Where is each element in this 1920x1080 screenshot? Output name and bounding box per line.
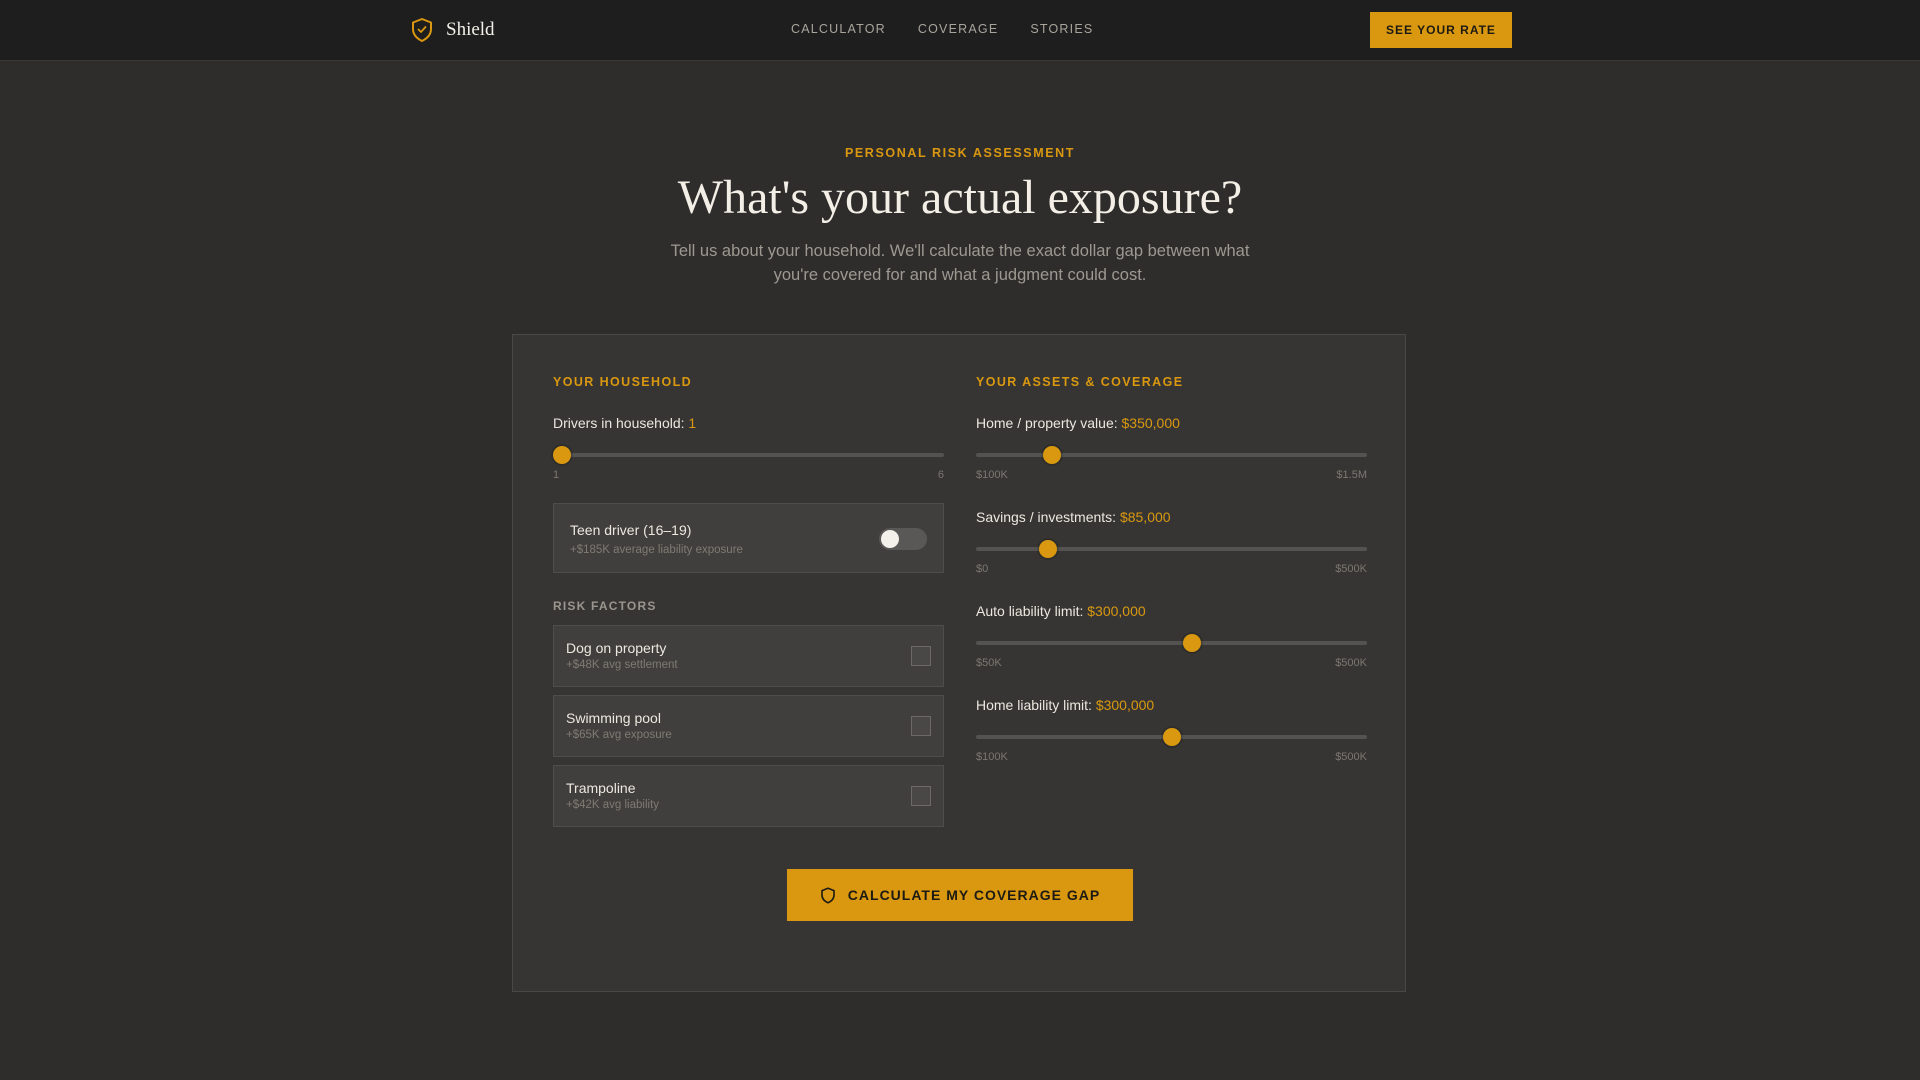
slider-track: [976, 453, 1367, 457]
drivers-label-text: Drivers in household:: [553, 415, 685, 431]
range-max: 6: [937, 469, 944, 481]
savings-field: Savings / investments: $85,000 $0 $500K: [976, 509, 1367, 575]
slider-thumb[interactable]: [1183, 634, 1202, 652]
drivers-range: 1 6: [553, 469, 944, 481]
drivers-label: Drivers in household: 1: [553, 415, 944, 431]
range-min: $100K: [976, 751, 1008, 763]
range-max: $1.5M: [1336, 469, 1367, 481]
calculate-coverage-gap-button[interactable]: CALCULATE MY COVERAGE GAP: [787, 869, 1133, 921]
hero-subtitle: Tell us about your household. We'll calc…: [670, 242, 1250, 285]
trampoline-checkbox[interactable]: [911, 786, 931, 806]
slider-thumb[interactable]: [1043, 446, 1062, 464]
risk-name: Trampoline: [566, 780, 636, 796]
range-min: $0: [976, 563, 989, 575]
range-min: $50K: [976, 657, 1002, 669]
nav-link-stories[interactable]: STORIES: [1030, 22, 1093, 36]
slider-thumb[interactable]: [553, 446, 571, 464]
teen-driver-subtitle: +$185K average liability exposure: [570, 544, 743, 556]
home-liability-label-text: Home liability limit:: [976, 697, 1092, 713]
home-liability-range: $100K $500K: [976, 751, 1367, 763]
brand-logo[interactable]: Shield: [410, 17, 495, 43]
household-column: YOUR HOUSEHOLD Drivers in household: 1 1…: [553, 375, 944, 827]
assets-title: YOUR ASSETS & COVERAGE: [976, 375, 1184, 389]
home-liability-field: Home liability limit: $300,000 $100K $50…: [976, 697, 1367, 763]
risk-item-dog[interactable]: Dog on property +$48K avg settlement: [553, 625, 944, 687]
see-your-rate-button[interactable]: SEE YOUR RATE: [1370, 12, 1512, 48]
auto-liability-slider[interactable]: [976, 633, 1367, 653]
savings-value: $85,000: [1119, 509, 1171, 525]
nav-link-calculator[interactable]: CALCULATOR: [791, 22, 886, 36]
savings-slider[interactable]: [976, 539, 1367, 559]
savings-label: Savings / investments: $85,000: [976, 509, 1367, 525]
home-value-field: Home / property value: $350,000 $100K $1…: [976, 415, 1367, 481]
hero-eyebrow: PERSONAL RISK ASSESSMENT: [844, 146, 1076, 160]
nav-link-coverage[interactable]: COVERAGE: [918, 22, 998, 36]
toggle-knob: [881, 530, 899, 548]
hero: PERSONAL RISK ASSESSMENT What's your act…: [560, 146, 1360, 287]
slider-track: [976, 547, 1367, 551]
nav-links: CALCULATOR COVERAGE STORIES: [791, 22, 1125, 36]
top-navbar: Shield CALCULATOR COVERAGE STORIES SEE Y…: [0, 0, 1920, 61]
risk-detail: +$48K avg settlement: [566, 659, 678, 671]
teen-driver-label: Teen driver (16–19): [570, 522, 692, 538]
savings-range: $0 $500K: [976, 563, 1367, 575]
home-liability-label: Home liability limit: $300,000: [976, 697, 1367, 713]
risk-factors-title: RISK FACTORS: [553, 599, 657, 613]
calculate-button-label: CALCULATE MY COVERAGE GAP: [847, 887, 1101, 903]
brand-name: Shield: [446, 19, 495, 40]
shield-icon: [412, 18, 432, 42]
pool-checkbox[interactable]: [911, 716, 931, 736]
slider-thumb[interactable]: [1039, 540, 1058, 558]
page-title: What's your actual exposure?: [677, 171, 1243, 224]
drivers-value: 1: [688, 415, 697, 431]
drivers-field: Drivers in household: 1 1 6: [553, 415, 944, 481]
savings-label-text: Savings / investments:: [976, 509, 1117, 525]
range-max: $500K: [1335, 657, 1367, 669]
teen-driver-toggle[interactable]: [879, 528, 927, 550]
shield-icon: [820, 886, 835, 904]
home-value-value: $350,000: [1121, 415, 1180, 431]
home-liability-value: $300,000: [1095, 697, 1155, 713]
auto-liability-value: $300,000: [1087, 603, 1146, 619]
dog-checkbox[interactable]: [911, 646, 931, 666]
risk-name: Swimming pool: [566, 710, 661, 726]
risk-item-trampoline[interactable]: Trampoline +$42K avg liability: [553, 765, 944, 827]
slider-thumb[interactable]: [1162, 728, 1181, 746]
range-max: $500K: [1335, 751, 1367, 763]
range-min: 1: [553, 469, 560, 481]
assets-column: YOUR ASSETS & COVERAGE Home / property v…: [976, 375, 1367, 763]
home-value-range: $100K $1.5M: [976, 469, 1367, 481]
risk-item-pool[interactable]: Swimming pool +$65K avg exposure: [553, 695, 944, 757]
auto-liability-field: Auto liability limit: $300,000 $50K $500…: [976, 603, 1367, 669]
risk-detail: +$65K avg exposure: [566, 729, 672, 741]
risk-factors-list: Dog on property +$48K avg settlement Swi…: [553, 625, 944, 827]
range-min: $100K: [976, 469, 1008, 481]
home-value-label-text: Home / property value:: [976, 415, 1118, 431]
home-value-slider[interactable]: [976, 445, 1367, 465]
home-liability-slider[interactable]: [976, 727, 1367, 747]
slider-track: [976, 641, 1367, 645]
household-title: YOUR HOUSEHOLD: [553, 375, 693, 389]
risk-detail: +$42K avg liability: [566, 799, 660, 811]
teen-driver-box: Teen driver (16–19) +$185K average liabi…: [553, 503, 944, 573]
risk-name: Dog on property: [566, 640, 667, 656]
assessment-card: YOUR HOUSEHOLD Drivers in household: 1 1…: [512, 334, 1406, 992]
auto-liability-label: Auto liability limit: $300,000: [976, 603, 1367, 619]
drivers-slider[interactable]: [553, 445, 944, 465]
home-value-label: Home / property value: $350,000: [976, 415, 1367, 431]
range-max: $500K: [1335, 563, 1367, 575]
auto-liability-range: $50K $500K: [976, 657, 1367, 669]
slider-track: [553, 453, 944, 457]
auto-liability-label-text: Auto liability limit:: [976, 603, 1084, 619]
